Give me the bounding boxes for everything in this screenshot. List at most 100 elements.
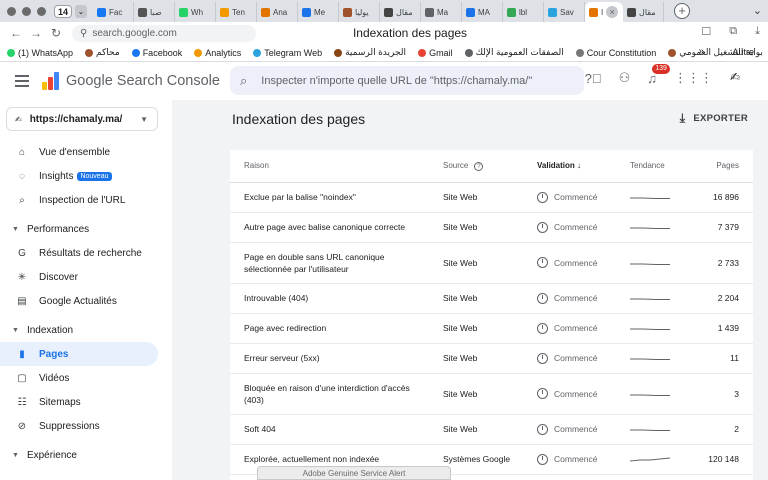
validation-status: Commencé (554, 388, 598, 399)
table-row[interactable]: Bloquée en raison d'une interdiction d'a… (230, 373, 753, 415)
apps-grid-icon[interactable]: ⋮⋮⋮ (674, 70, 713, 86)
adobe-alert-window[interactable]: Adobe Genuine Service Alert (257, 466, 451, 480)
section-indexation[interactable]: ▼ Indexation (0, 318, 172, 342)
property-url: https://chamaly.ma/ (29, 113, 123, 125)
notifications-button[interactable]: ♫ 139 (647, 63, 670, 86)
section-performances[interactable]: ▼ Performances (0, 217, 172, 241)
download-icon[interactable]: ⤓ (755, 25, 760, 38)
column-header-pages[interactable]: Pages (693, 150, 753, 183)
reason-cell: Bloquée en raison d'une interdiction d'a… (230, 373, 429, 415)
forward-arrow-icon[interactable]: → (26, 26, 46, 40)
sidebar-item[interactable]: ⌂ Vue d'ensemble (0, 140, 172, 164)
browser-tab[interactable]: Fac (93, 2, 135, 22)
sidebar-item[interactable]: G Résultats de recherche (0, 241, 172, 265)
back-arrow-icon[interactable]: ← (6, 26, 26, 40)
browser-tab[interactable]: Me (298, 2, 340, 22)
table-row[interactable]: Page avec redirection Site Web Commencé 1 4… (230, 313, 753, 344)
tab-favicon-icon (97, 7, 107, 17)
tab-active[interactable]: I × (585, 2, 624, 22)
bookmark-icon[interactable]: ☐ (701, 25, 711, 38)
minimize-window-button[interactable] (22, 6, 31, 16)
extensions-icon[interactable]: ⧉ (729, 25, 737, 38)
nav-icon: ▢ (17, 372, 27, 384)
pages-count-cell: 3 (693, 373, 753, 415)
window-title: Indexation des pages (352, 26, 468, 40)
browser-tab[interactable]: Ana (257, 2, 299, 22)
collapse-triangle-icon: ▼ (12, 225, 19, 233)
sidebar-item[interactable]: ◌ Insights Nouveau (0, 164, 172, 188)
property-selector[interactable]: ✍ https://chamaly.ma/ ▼ (6, 107, 158, 131)
table-row[interactable]: Exclue par la balise "noindex" Site Web Co… (230, 182, 753, 213)
export-button[interactable]: ⤓ EXPORTER (680, 111, 748, 126)
trend-cell (616, 313, 693, 344)
nav-icon: ☷ (17, 396, 27, 408)
bookmark-item[interactable]: Cour Constitution (575, 48, 656, 58)
close-tab-icon[interactable]: × (606, 6, 619, 18)
source-cell: Site Web (429, 414, 523, 445)
table-row[interactable]: Erreur serveur (5xx) Site Web Commencé 11 (230, 343, 753, 374)
source-cell: Site Web (429, 242, 523, 284)
url-field[interactable]: ⚲ search.google.com (72, 24, 256, 42)
bookmark-item[interactable]: الجريدة الرسمية (334, 47, 406, 58)
sidebar-item[interactable]: ⊘ Suppressions (0, 414, 172, 438)
table-row[interactable]: Soft 404 Site Web Commencé 2 (230, 414, 753, 445)
help-icon[interactable]: ? (474, 161, 484, 171)
browser-tab[interactable]: مقال (623, 2, 665, 22)
tab-count[interactable]: 14 (54, 4, 73, 18)
section-experience[interactable]: ▼ Expérience (0, 443, 172, 467)
browser-tab[interactable]: lbl (503, 2, 545, 22)
bookmark-label: محاكم (96, 47, 120, 57)
user-settings-icon[interactable]: ⚇ (619, 70, 631, 86)
sidebar-item[interactable]: ☷ Sitemaps (0, 390, 172, 414)
bookmarks-overflow-icon[interactable]: » (698, 46, 704, 57)
sidebar-item[interactable]: ▮ Pages (0, 342, 158, 366)
site-info-icon[interactable]: ⚲ (80, 28, 87, 39)
url-inspection-search[interactable]: ⌕ Inspecter n'importe quelle URL de "htt… (230, 66, 584, 95)
account-logo-icon[interactable]: ✍ (730, 70, 750, 86)
sidebar-item[interactable]: ▢ Vidéos (0, 366, 172, 390)
validation-cell: Commencé (523, 373, 616, 415)
bookmark-item[interactable]: الصفقات العمومية الإلك (464, 47, 564, 58)
other-bookmarks-folder[interactable]: Autre (732, 47, 754, 57)
bookmark-item[interactable]: (1) WhatsApp (7, 48, 73, 58)
close-window-button[interactable] (7, 6, 16, 16)
column-header-source[interactable]: Source? (429, 150, 523, 183)
bookmark-item[interactable]: Gmail (418, 48, 453, 58)
column-header-reason[interactable]: Raison (230, 150, 429, 183)
browser-tab[interactable]: Ten (216, 2, 258, 22)
tab-favicon-icon (343, 7, 353, 17)
tab-group-chevron-icon[interactable]: ⌄ (75, 4, 88, 18)
bookmark-item[interactable]: Telegram Web (253, 48, 322, 58)
sidebar-item[interactable]: ▤ Google Actualités (0, 289, 172, 313)
bookmark-item[interactable]: Facebook (131, 48, 182, 58)
sidebar-item[interactable]: ⌕ Inspection de l'URL (0, 188, 172, 212)
browser-tab[interactable]: Wh (175, 2, 217, 22)
maximize-window-button[interactable] (37, 6, 46, 16)
trend-sparkline (630, 197, 670, 199)
browser-tab[interactable]: Ma (421, 2, 463, 22)
table-row[interactable]: Autre page avec balise canonique correct… (230, 212, 753, 243)
tab-search-icon[interactable]: ⌄ (753, 4, 762, 17)
reason-cell: Page avec redirection (230, 313, 429, 344)
column-header-trend[interactable]: Tendance (616, 150, 693, 183)
trend-cell (616, 373, 693, 415)
menu-icon[interactable] (15, 75, 29, 87)
browser-tab[interactable]: يوليا (339, 2, 381, 22)
tab-label: Ten (232, 7, 245, 17)
search-console-logo-icon (42, 72, 60, 90)
browser-tab[interactable]: Sav (544, 2, 586, 22)
sidebar-item[interactable]: ✳ Discover (0, 265, 172, 289)
table-row[interactable]: Page en double sans URL canonique sélect… (230, 242, 753, 284)
bookmark-item[interactable]: محاكم (85, 47, 120, 58)
browser-tab[interactable]: صبا (134, 2, 176, 22)
browser-tab[interactable]: MA (462, 2, 504, 22)
help-icon[interactable]: ?⃝ (585, 71, 602, 86)
trend-cell (616, 242, 693, 284)
reload-icon[interactable]: ↻ (46, 26, 66, 40)
validation-status: Commencé (554, 454, 598, 464)
column-header-validation[interactable]: Validation ↓ (523, 150, 616, 183)
bookmark-item[interactable]: Analytics (194, 48, 241, 58)
table-row[interactable]: Introuvable (404) Site Web Commencé 2 204 (230, 283, 753, 314)
browser-tab[interactable]: مقال (380, 2, 422, 22)
new-tab-button[interactable]: + (674, 3, 691, 19)
